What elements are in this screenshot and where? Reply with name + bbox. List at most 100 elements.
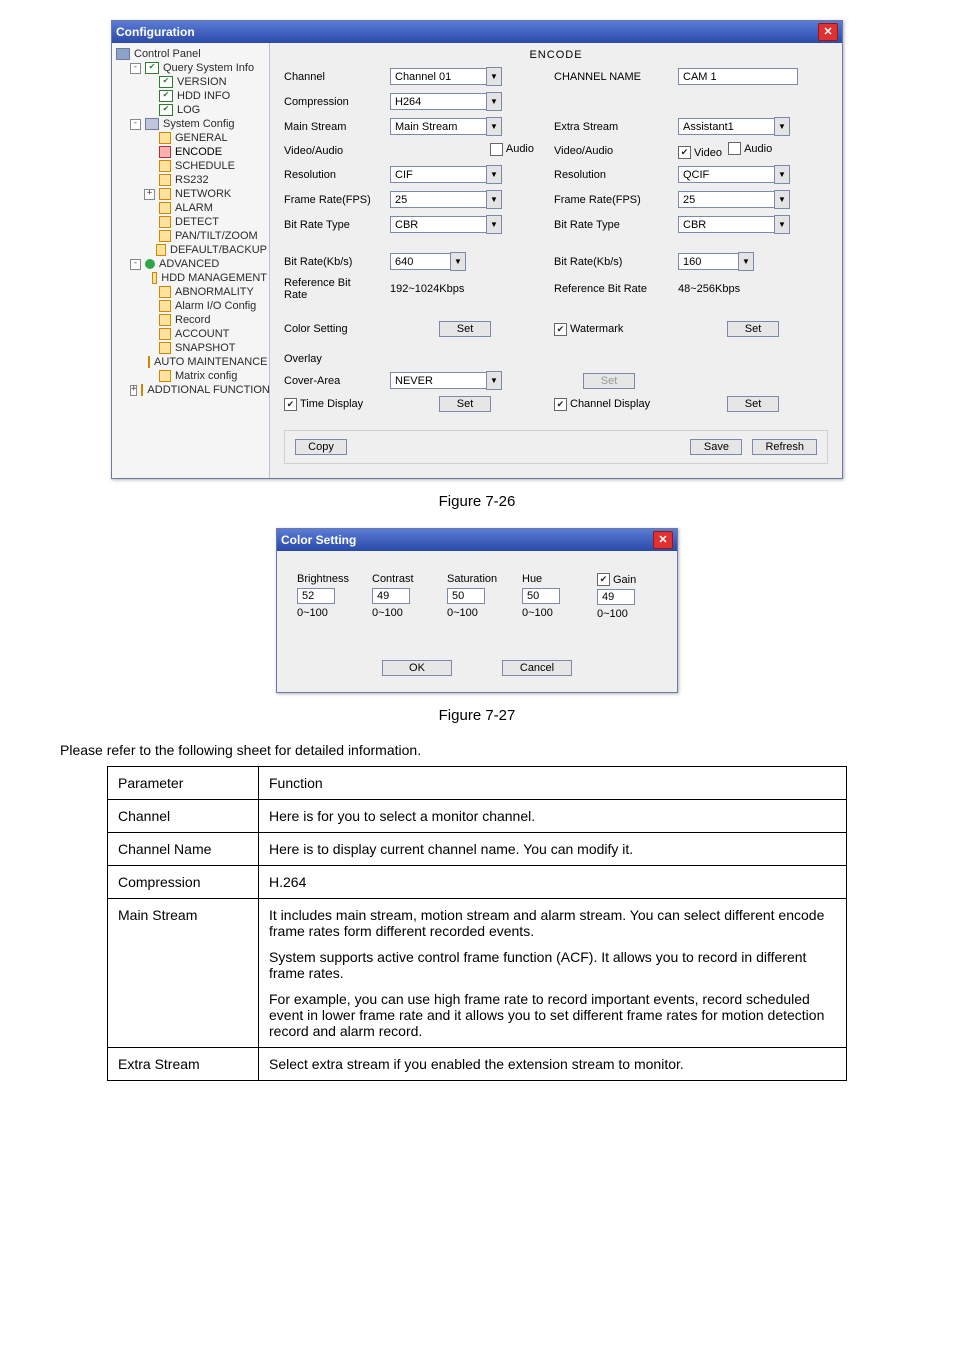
compression-select[interactable]: ▼: [390, 92, 540, 111]
tree-root-item[interactable]: Control Panel: [116, 47, 267, 61]
watermark-set-button[interactable]: Set: [727, 321, 779, 337]
resolution-select[interactable]: ▼: [390, 165, 540, 184]
extra-stream-select[interactable]: ▼: [678, 117, 828, 136]
refresh-button[interactable]: Refresh: [752, 439, 817, 455]
tree-item[interactable]: HDD MANAGEMENT: [144, 271, 267, 285]
channel-name-input[interactable]: [678, 68, 798, 85]
chevron-down-icon[interactable]: ▼: [774, 117, 790, 136]
video-audio-label-2: Video/Audio: [554, 145, 664, 157]
contrast-col: Contrast 0~100: [372, 573, 432, 620]
tree-item[interactable]: SNAPSHOT: [144, 341, 267, 355]
chevron-down-icon[interactable]: ▼: [486, 67, 502, 86]
brt2-select[interactable]: ▼: [678, 215, 828, 234]
expand-icon[interactable]: +: [130, 385, 137, 396]
tree-item[interactable]: SCHEDULE: [144, 159, 267, 173]
tree-item[interactable]: +NETWORK: [144, 187, 267, 201]
chevron-down-icon[interactable]: ▼: [774, 190, 790, 209]
tree-item-encode[interactable]: ENCODE: [144, 145, 267, 159]
contrast-input[interactable]: [372, 588, 410, 604]
check-icon: [159, 104, 173, 116]
folder-icon: [159, 202, 171, 214]
tree-item[interactable]: RS232: [144, 173, 267, 187]
watermark-checkbox[interactable]: ✔Watermark: [554, 323, 664, 336]
brk2-label: Bit Rate(Kb/s): [554, 256, 664, 268]
cover-area-select[interactable]: ▼: [390, 371, 540, 390]
tree-item[interactable]: DETECT: [144, 215, 267, 229]
tree-item[interactable]: LOG: [144, 103, 267, 117]
channel-name-label: CHANNEL NAME: [554, 71, 664, 83]
table-row: Channel Here is for you to select a moni…: [108, 800, 847, 833]
audio-checkbox[interactable]: Audio: [490, 143, 534, 156]
tree-item[interactable]: Record: [144, 313, 267, 327]
dialog-titlebar: Color Setting ✕: [277, 529, 677, 551]
tree-item[interactable]: +ADDTIONAL FUNCTION: [130, 383, 267, 397]
chevron-down-icon[interactable]: ▼: [774, 215, 790, 234]
hue-input[interactable]: [522, 588, 560, 604]
ok-button[interactable]: OK: [382, 660, 452, 676]
chevron-down-icon[interactable]: ▼: [486, 215, 502, 234]
chevron-down-icon[interactable]: ▼: [486, 117, 502, 136]
chevron-down-icon[interactable]: ▼: [486, 371, 502, 390]
fps2-select[interactable]: ▼: [678, 190, 828, 209]
tree-item[interactable]: Alarm I/O Config: [144, 299, 267, 313]
tree-item[interactable]: AUTO MAINTENANCE: [144, 355, 267, 369]
tree-item[interactable]: VERSION: [144, 75, 267, 89]
color-set-button[interactable]: Set: [439, 321, 491, 337]
collapse-icon[interactable]: -: [130, 63, 141, 74]
channel-select[interactable]: ▼: [390, 67, 540, 86]
folder-icon: [159, 328, 171, 340]
tools-icon: [145, 118, 159, 130]
tree-item[interactable]: DEFAULT/BACKUP: [144, 243, 267, 257]
tree-item[interactable]: ALARM: [144, 201, 267, 215]
resolution2-label: Resolution: [554, 169, 664, 181]
tree-item[interactable]: HDD INFO: [144, 89, 267, 103]
chevron-down-icon[interactable]: ▼: [450, 252, 466, 271]
tree-item[interactable]: ACCOUNT: [144, 327, 267, 341]
folder-icon: [141, 384, 143, 396]
cancel-button[interactable]: Cancel: [502, 660, 572, 676]
ref2-label: Reference Bit Rate: [554, 283, 664, 295]
video-checkbox[interactable]: ✔Video: [678, 146, 722, 159]
chevron-down-icon[interactable]: ▼: [486, 165, 502, 184]
tree-item[interactable]: -System Config: [130, 117, 267, 131]
tree-item[interactable]: GENERAL: [144, 131, 267, 145]
brk2-select[interactable]: ▼: [678, 252, 828, 271]
time-set-button[interactable]: Set: [439, 396, 491, 412]
audio2-checkbox[interactable]: Audio: [728, 142, 772, 155]
tree-item[interactable]: Matrix config: [144, 369, 267, 383]
brightness-input[interactable]: [297, 588, 335, 604]
save-button[interactable]: Save: [690, 439, 742, 455]
copy-button[interactable]: Copy: [295, 439, 347, 455]
gain-col: ✔Gain 0~100: [597, 573, 657, 620]
channel-set-button[interactable]: Set: [727, 396, 779, 412]
compression-label: Compression: [284, 96, 376, 108]
close-icon[interactable]: ✕: [818, 23, 838, 41]
brk-select[interactable]: ▼: [390, 252, 540, 271]
fps2-label: Frame Rate(FPS): [554, 194, 664, 206]
main-stream-select[interactable]: ▼: [390, 117, 540, 136]
close-icon[interactable]: ✕: [653, 531, 673, 549]
resolution2-select[interactable]: ▼: [678, 165, 828, 184]
tree-item[interactable]: PAN/TILT/ZOOM: [144, 229, 267, 243]
saturation-input[interactable]: [447, 588, 485, 604]
chevron-down-icon[interactable]: ▼: [774, 165, 790, 184]
channel-value[interactable]: [390, 68, 486, 85]
channel-display-checkbox[interactable]: ✔Channel Display: [554, 398, 664, 411]
fps-select[interactable]: ▼: [390, 190, 540, 209]
gain-input[interactable]: [597, 589, 635, 605]
brightness-label: Brightness: [297, 573, 357, 585]
expand-icon[interactable]: +: [144, 189, 155, 200]
chevron-down-icon[interactable]: ▼: [486, 92, 502, 111]
time-display-checkbox[interactable]: ✔Time Display: [284, 398, 376, 411]
chevron-down-icon[interactable]: ▼: [486, 190, 502, 209]
collapse-icon[interactable]: -: [130, 259, 141, 270]
contrast-label: Contrast: [372, 573, 432, 585]
tree-item[interactable]: ABNORMALITY: [144, 285, 267, 299]
brt-select[interactable]: ▼: [390, 215, 540, 234]
tree-item[interactable]: -ADVANCED: [130, 257, 267, 271]
gain-checkbox[interactable]: ✔Gain: [597, 573, 657, 586]
chevron-down-icon[interactable]: ▼: [738, 252, 754, 271]
ref2-value: 48~256Kbps: [678, 283, 828, 295]
tree-item[interactable]: -Query System Info: [130, 61, 267, 75]
collapse-icon[interactable]: -: [130, 119, 141, 130]
